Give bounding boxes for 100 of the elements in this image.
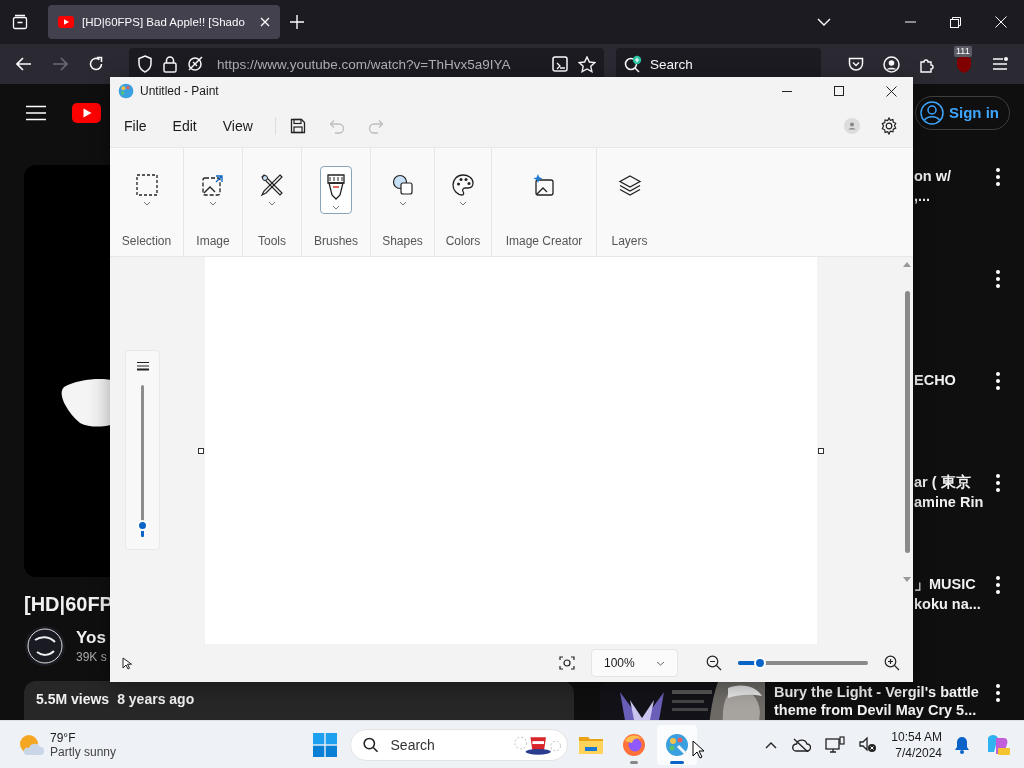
address-bar[interactable]: https://www.youtube.com/watch?v=ThHvx5a9IYA: [129, 48, 604, 80]
video-title[interactable]: ar ( 東京: [914, 472, 996, 492]
menu-icon[interactable]: [26, 104, 46, 121]
search-input[interactable]: Search: [388, 735, 503, 754]
video-title[interactable]: amine Rin: [914, 492, 996, 512]
cursor-icon: [692, 740, 705, 760]
resize-handle[interactable]: [198, 447, 204, 454]
video-title[interactable]: 」MUSIC: [914, 574, 996, 594]
url-text: https://www.youtube.com/watch?v=ThHvx5a9IYA: [217, 56, 511, 72]
video-title[interactable]: on w/: [914, 166, 996, 186]
upload-age: 8 years ago: [117, 691, 195, 707]
settings-icon[interactable]: [880, 117, 898, 135]
more-icon[interactable]: [996, 684, 1000, 702]
zoom-dropdown[interactable]: 100%: [591, 649, 678, 677]
account-icon[interactable]: [883, 55, 900, 73]
maximize-icon: [834, 86, 844, 96]
scroll-thumb[interactable]: [904, 291, 910, 553]
pocket-icon[interactable]: [848, 56, 864, 72]
video-title[interactable]: ,...: [914, 186, 996, 206]
undo-icon: [328, 118, 345, 134]
network-icon[interactable]: [825, 735, 846, 754]
more-icon[interactable]: [996, 168, 1000, 186]
subscriber-count: 39K s: [76, 650, 107, 664]
menu-icon[interactable]: [992, 57, 1008, 71]
more-icon[interactable]: [996, 270, 1000, 288]
description-panel[interactable]: 5.5M views 8 years ago: [24, 681, 574, 720]
taskbar-app-button[interactable]: [657, 724, 697, 765]
window-title: Untitled - Paint: [140, 84, 219, 98]
windows-logo-icon: [313, 732, 337, 757]
video-title: [HD|60FP: [24, 593, 114, 616]
minimize-icon: [782, 90, 792, 92]
channel-avatar[interactable]: [25, 626, 65, 666]
save-icon: [289, 118, 306, 134]
paint-app-icon: [118, 83, 134, 99]
caret-icon: [398, 201, 407, 206]
scroll-up-icon[interactable]: [903, 261, 911, 267]
more-icon[interactable]: [996, 474, 1000, 492]
channel-name[interactable]: Yos: [76, 628, 107, 648]
search-field[interactable]: Search: [616, 48, 821, 80]
group-label: Layers: [611, 234, 648, 248]
video-title[interactable]: Bury the Light - Vergil's battle: [774, 683, 996, 701]
shield-icon: [137, 55, 153, 73]
search-field[interactable]: Search: [350, 728, 568, 761]
more-icon[interactable]: [996, 372, 1000, 390]
logo-icon[interactable]: [72, 102, 101, 123]
clock[interactable]: 10:54 AM 7/4/2024: [891, 728, 942, 761]
tab-title: [HD|60FPS] Bad Apple!! [Shado: [82, 16, 246, 28]
bell-icon[interactable]: [954, 735, 970, 754]
zoom-in-icon[interactable]: [884, 655, 900, 671]
slider-thumb[interactable]: [754, 657, 767, 669]
group-label: Selection: [121, 234, 172, 248]
image-icon: [201, 173, 225, 197]
shapes-icon: [390, 173, 415, 197]
menu-item[interactable]: Edit: [162, 112, 207, 140]
video-title[interactable]: koku na...: [914, 594, 996, 614]
image-sparkle-icon: [532, 173, 556, 197]
count-badge: 111: [954, 45, 972, 57]
zoom-out-icon[interactable]: [706, 655, 722, 671]
chevron-up-icon[interactable]: [765, 740, 778, 749]
search-input[interactable]: Search: [648, 55, 802, 73]
chevron-down-icon[interactable]: [817, 18, 831, 26]
palette-icon: [451, 173, 475, 197]
menu-item[interactable]: View: [212, 112, 263, 140]
browser-tab[interactable]: [HD|60FPS] Bad Apple!! [Shado: [48, 5, 280, 39]
close-icon[interactable]: [260, 17, 270, 27]
resize-handle[interactable]: [818, 447, 824, 454]
video-title[interactable]: theme from Devil May Cry 5...: [774, 701, 996, 719]
running-indicator: [630, 760, 638, 764]
cursor-icon: [122, 656, 132, 670]
redo-icon: [367, 118, 384, 134]
lock-icon: [163, 55, 177, 73]
group-label: Colors: [445, 234, 481, 248]
more-icon[interactable]: [996, 576, 1000, 594]
close-icon: [885, 85, 897, 97]
permissions-icon: [187, 56, 205, 72]
layers-icon: [617, 173, 642, 197]
search-icon: [363, 736, 379, 753]
browser-app-icon: [622, 732, 646, 757]
screenshot-icon[interactable]: [552, 56, 568, 72]
restore-icon[interactable]: [950, 16, 961, 28]
search-icon: [624, 55, 644, 73]
slider-thumb[interactable]: [137, 520, 148, 532]
fit-screen-icon[interactable]: [559, 656, 575, 670]
scroll-down-icon[interactable]: [903, 577, 911, 583]
volume-muted-icon[interactable]: [859, 735, 878, 754]
brush-icon: [324, 173, 348, 201]
group-label: Image: [196, 234, 230, 248]
video-title[interactable]: ECHO: [914, 370, 996, 390]
ribbon-button[interactable]: [320, 166, 352, 214]
reload-icon: [88, 56, 104, 72]
close-icon[interactable]: [995, 16, 1007, 28]
new-tab-icon[interactable]: [290, 15, 304, 29]
view-count: 5.5M views: [36, 691, 110, 707]
group-label: Image Creator: [505, 234, 583, 248]
caret-icon: [268, 201, 276, 206]
star-icon[interactable]: [578, 55, 596, 73]
menu-item[interactable]: File: [114, 112, 157, 140]
selection-icon: [134, 173, 159, 197]
person-icon: [920, 100, 944, 125]
cloud-off-icon[interactable]: [791, 737, 812, 752]
